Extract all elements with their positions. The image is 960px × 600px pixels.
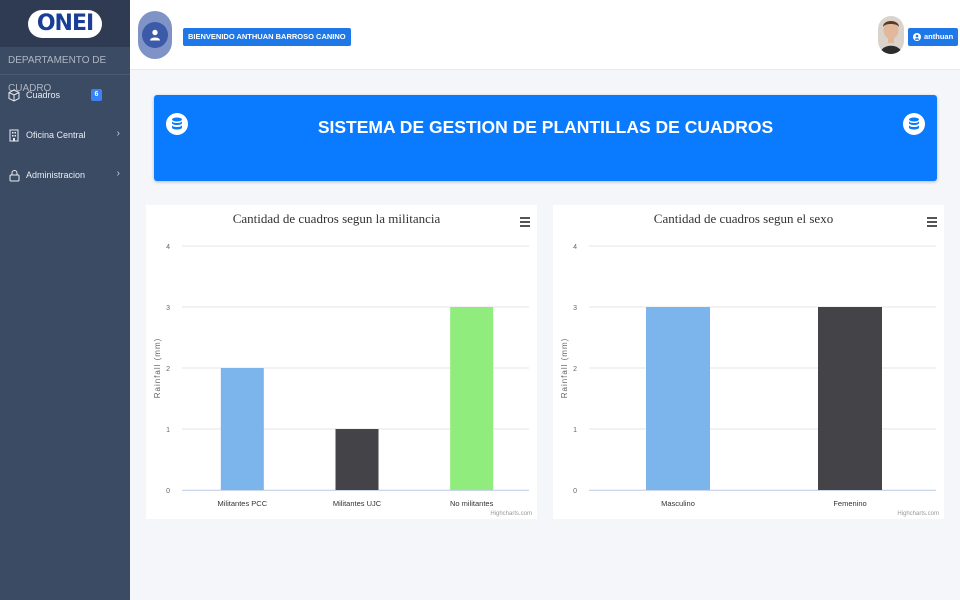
- sidebar-item-label: Cuadros: [26, 90, 61, 100]
- onei-logo[interactable]: ONEI: [28, 9, 102, 38]
- chart-menu-icon[interactable]: [927, 217, 937, 227]
- chart-militancia-svg: Cantidad de cuadros segun la militancia 0…: [153, 211, 532, 517]
- user-dot-icon: [913, 33, 921, 41]
- y-tick-label: 0: [573, 488, 577, 495]
- x-tick-label: Militantes PCC: [218, 499, 268, 508]
- box-icon: [8, 88, 20, 102]
- y-tick-label: 3: [166, 305, 170, 312]
- user-icon: [142, 22, 168, 48]
- avatar[interactable]: [878, 16, 904, 54]
- y-axis-title: Rainfall (mm): [153, 338, 162, 399]
- x-tick-label: Militantes UJC: [333, 499, 382, 508]
- chart-credits: Highcharts.com: [490, 511, 532, 517]
- bar: [450, 307, 494, 490]
- bar: [646, 307, 710, 490]
- bar: [818, 307, 882, 490]
- system-banner: SISTEMA DE GESTION DE PLANTILLAS DE CUAD…: [154, 95, 937, 181]
- logo-text: ONEI: [36, 11, 94, 36]
- y-tick-label: 1: [166, 427, 170, 434]
- y-axis-title: Rainfall (mm): [560, 338, 569, 399]
- top-bar: BIENVENIDO ANTHUAN BARROSO CANINO anthua…: [130, 0, 960, 70]
- chevron-right-icon: ›: [116, 168, 120, 179]
- y-tick-label: 4: [573, 244, 577, 251]
- y-tick-label: 4: [166, 244, 170, 251]
- chart-sexo: Cantidad de cuadros segun el sexo 0 1 2 3 4 Ra…: [553, 205, 944, 519]
- y-tick-label: 0: [166, 488, 170, 495]
- chart-sexo-svg: Cantidad de cuadros segun el sexo 0 1 2 3 4 Ra…: [560, 211, 939, 517]
- bar: [220, 368, 264, 490]
- chevron-right-icon: ›: [116, 128, 120, 139]
- page-title: SISTEMA DE GESTION DE PLANTILLAS DE CUAD…: [317, 117, 774, 137]
- building-icon: [8, 128, 20, 142]
- sidebar-item-label: Oficina Central: [26, 130, 86, 140]
- sidebar-item-label: Administracion: [26, 170, 86, 180]
- chart-title: Cantidad de cuadros segun la militancia: [233, 211, 441, 226]
- sidebar: ONEI DEPARTAMENTO DE CUADRO Cuadros 6 Of…: [0, 0, 130, 600]
- y-tick-label: 1: [573, 427, 577, 434]
- x-tick-label: Masculino: [661, 499, 695, 508]
- chart-title: Cantidad de cuadros segun el sexo: [654, 211, 833, 226]
- x-tick-label: No militantes: [450, 499, 494, 508]
- chart-menu-icon[interactable]: [520, 217, 530, 227]
- cuadros-count-badge: 6: [91, 89, 102, 101]
- sidebar-item-administracion[interactable]: Administracion ›: [0, 155, 130, 195]
- chart-credits: Highcharts.com: [897, 511, 939, 517]
- x-tick-label: Femenino: [833, 499, 866, 508]
- y-tick-label: 2: [573, 366, 577, 373]
- database-icon: [903, 113, 925, 135]
- department-label: DEPARTAMENTO DE CUADRO: [0, 47, 130, 94]
- username-label: anthuan: [924, 32, 954, 41]
- username-button[interactable]: anthuan: [908, 28, 959, 46]
- y-tick-label: 3: [573, 305, 577, 312]
- sidebar-item-cuadros[interactable]: Cuadros 6: [0, 75, 130, 115]
- sidebar-item-oficina-central[interactable]: Oficina Central ›: [0, 115, 130, 155]
- lock-icon: [8, 168, 20, 182]
- bar: [335, 429, 379, 490]
- logo-area: ONEI: [0, 0, 130, 47]
- welcome-badge: BIENVENIDO ANTHUAN BARROSO CANINO: [183, 28, 351, 46]
- y-tick-label: 2: [166, 366, 170, 373]
- chart-militancia: Cantidad de cuadros segun la militancia 0…: [146, 205, 537, 519]
- user-menu-toggle[interactable]: [138, 11, 172, 59]
